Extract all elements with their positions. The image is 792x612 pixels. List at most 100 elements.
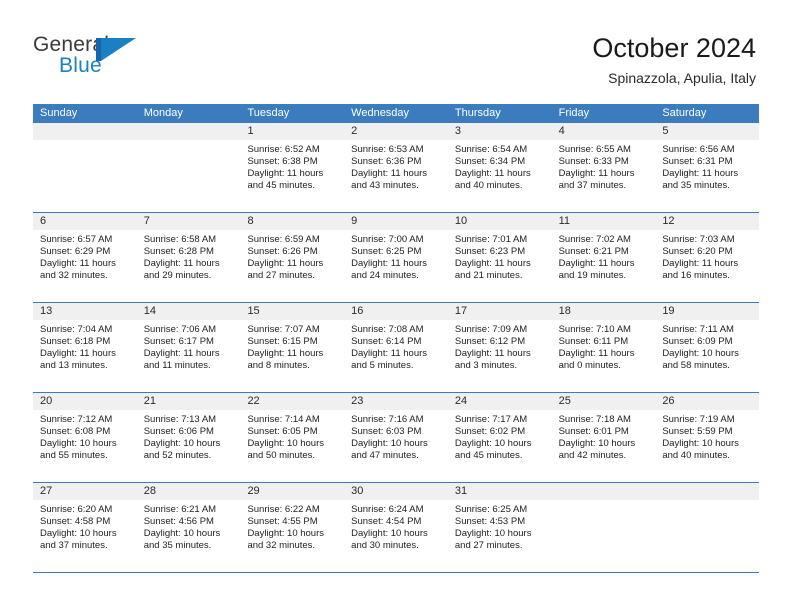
- day-number-band: 2: [344, 123, 448, 140]
- day-cell[interactable]: 21 Sunrise: 7:13 AM Sunset: 6:06 PM Dayl…: [136, 393, 241, 482]
- day-cell[interactable]: 27 Sunrise: 6:20 AM Sunset: 4:58 PM Dayl…: [33, 483, 137, 572]
- sunrise-text: Sunrise: 6:53 AM: [351, 144, 424, 155]
- page-subtitle: Spinazzola, Apulia, Italy: [608, 70, 756, 86]
- daylight-text-line2: and 21 minutes.: [454, 270, 523, 282]
- day-details: Sunrise: 6:54 AM Sunset: 6:34 PM Dayligh…: [448, 140, 552, 192]
- general-blue-logo[interactable]: General Blue: [33, 33, 183, 83]
- day-number-band: 14: [136, 303, 241, 320]
- day-number: 5: [662, 125, 669, 137]
- day-details: Sunrise: 7:11 AM Sunset: 6:09 PM Dayligh…: [655, 320, 759, 372]
- day-cell[interactable]: 31 Sunrise: 6:25 AM Sunset: 4:53 PM Dayl…: [447, 483, 552, 572]
- day-cell[interactable]: 6 Sunrise: 6:57 AM Sunset: 6:29 PM Dayli…: [33, 213, 137, 302]
- day-number-band: [33, 123, 137, 140]
- sunset-text: Sunset: 5:59 PM: [662, 426, 733, 438]
- day-cell[interactable]: 16 Sunrise: 7:08 AM Sunset: 6:14 PM Dayl…: [344, 303, 448, 392]
- day-cell[interactable]: 22 Sunrise: 7:14 AM Sunset: 6:05 PM Dayl…: [240, 393, 345, 482]
- daylight-text-line1: Daylight: 10 hours: [247, 438, 325, 450]
- page-header: General Blue October 2024 Spinazzola, Ap…: [0, 0, 792, 96]
- day-details: Sunrise: 7:04 AM Sunset: 6:18 PM Dayligh…: [33, 320, 137, 372]
- day-cell[interactable]: 11 Sunrise: 7:02 AM Sunset: 6:21 PM Dayl…: [551, 213, 656, 302]
- day-cell[interactable]: [136, 123, 241, 212]
- day-cell[interactable]: 14 Sunrise: 7:06 AM Sunset: 6:17 PM Dayl…: [136, 303, 241, 392]
- weekday-header-thursday: Thursday: [454, 107, 501, 119]
- day-cell[interactable]: 10 Sunrise: 7:01 AM Sunset: 6:23 PM Dayl…: [447, 213, 552, 302]
- day-cell[interactable]: 4 Sunrise: 6:55 AM Sunset: 6:33 PM Dayli…: [551, 123, 656, 212]
- day-cell[interactable]: 8 Sunrise: 6:59 AM Sunset: 6:26 PM Dayli…: [240, 213, 345, 302]
- daylight-text-line2: and 13 minutes.: [40, 360, 108, 372]
- day-cell[interactable]: [551, 483, 656, 572]
- weekday-header-wednesday: Wednesday: [351, 107, 410, 119]
- day-cell[interactable]: 17 Sunrise: 7:09 AM Sunset: 6:12 PM Dayl…: [447, 303, 552, 392]
- day-details: [137, 140, 241, 144]
- day-number-band: 6: [33, 213, 137, 230]
- day-number-band: 25: [551, 393, 656, 410]
- day-cell[interactable]: 3 Sunrise: 6:54 AM Sunset: 6:34 PM Dayli…: [447, 123, 552, 212]
- day-details: Sunrise: 6:21 AM Sunset: 4:56 PM Dayligh…: [137, 500, 241, 552]
- day-cell[interactable]: 29 Sunrise: 6:22 AM Sunset: 4:55 PM Dayl…: [240, 483, 345, 572]
- sunset-text: Sunset: 6:09 PM: [662, 336, 733, 348]
- day-cell[interactable]: 28 Sunrise: 6:21 AM Sunset: 4:56 PM Dayl…: [136, 483, 241, 572]
- sunset-text: Sunset: 6:36 PM: [351, 156, 422, 168]
- sunrise-text: Sunrise: 7:11 AM: [662, 324, 734, 335]
- day-cell[interactable]: 1 Sunrise: 6:52 AM Sunset: 6:38 PM Dayli…: [240, 123, 345, 212]
- sunrise-text: Sunrise: 6:59 AM: [247, 234, 320, 245]
- day-cell[interactable]: 19 Sunrise: 7:11 AM Sunset: 6:09 PM Dayl…: [655, 303, 760, 392]
- daylight-text-line1: Daylight: 11 hours: [143, 258, 220, 270]
- day-details: Sunrise: 6:57 AM Sunset: 6:29 PM Dayligh…: [33, 230, 137, 282]
- daylight-text-line1: Daylight: 10 hours: [143, 438, 221, 450]
- day-cell[interactable]: [655, 483, 760, 572]
- day-cell[interactable]: [33, 123, 137, 212]
- daylight-text-line1: Daylight: 10 hours: [351, 438, 428, 450]
- day-cell[interactable]: 13 Sunrise: 7:04 AM Sunset: 6:18 PM Dayl…: [33, 303, 137, 392]
- daylight-text-line2: and 55 minutes.: [40, 450, 108, 462]
- day-cell[interactable]: 20 Sunrise: 7:12 AM Sunset: 6:08 PM Dayl…: [33, 393, 137, 482]
- day-cell[interactable]: 18 Sunrise: 7:10 AM Sunset: 6:11 PM Dayl…: [551, 303, 656, 392]
- day-number-band: 8: [240, 213, 345, 230]
- sunrise-text: Sunrise: 6:55 AM: [558, 144, 631, 155]
- daylight-text-line2: and 16 minutes.: [662, 270, 730, 282]
- sunset-text: Sunset: 6:23 PM: [454, 246, 526, 258]
- day-number: 10: [454, 215, 468, 227]
- day-cell[interactable]: 30 Sunrise: 6:24 AM Sunset: 4:54 PM Dayl…: [344, 483, 448, 572]
- sunrise-text: Sunrise: 7:19 AM: [662, 414, 735, 425]
- daylight-text-line2: and 47 minutes.: [351, 450, 419, 462]
- day-details: Sunrise: 7:10 AM Sunset: 6:11 PM Dayligh…: [552, 320, 656, 372]
- daylight-text-line1: Daylight: 11 hours: [454, 168, 531, 180]
- sunset-text: Sunset: 6:34 PM: [454, 156, 526, 168]
- daylight-text-line1: Daylight: 10 hours: [40, 438, 117, 450]
- day-details: Sunrise: 7:17 AM Sunset: 6:02 PM Dayligh…: [448, 410, 552, 462]
- day-cell[interactable]: 26 Sunrise: 7:19 AM Sunset: 5:59 PM Dayl…: [655, 393, 760, 482]
- sunrise-text: Sunrise: 6:20 AM: [40, 504, 113, 515]
- day-cell[interactable]: 5 Sunrise: 6:56 AM Sunset: 6:31 PM Dayli…: [655, 123, 760, 212]
- day-cell[interactable]: 25 Sunrise: 7:18 AM Sunset: 6:01 PM Dayl…: [551, 393, 656, 482]
- day-number-band: [655, 483, 760, 500]
- day-cell[interactable]: 24 Sunrise: 7:17 AM Sunset: 6:02 PM Dayl…: [447, 393, 552, 482]
- day-number: 21: [143, 395, 156, 407]
- day-details: Sunrise: 7:07 AM Sunset: 6:15 PM Dayligh…: [240, 320, 344, 372]
- sunset-text: Sunset: 6:11 PM: [558, 336, 629, 348]
- day-details: Sunrise: 7:19 AM Sunset: 5:59 PM Dayligh…: [655, 410, 759, 462]
- sunrise-text: Sunrise: 6:24 AM: [351, 504, 424, 515]
- sunset-text: Sunset: 6:01 PM: [558, 426, 629, 438]
- sunrise-text: Sunrise: 7:16 AM: [351, 414, 424, 425]
- day-cell[interactable]: 23 Sunrise: 7:16 AM Sunset: 6:03 PM Dayl…: [344, 393, 448, 482]
- sunrise-text: Sunrise: 6:56 AM: [662, 144, 735, 155]
- day-cell[interactable]: 7 Sunrise: 6:58 AM Sunset: 6:28 PM Dayli…: [136, 213, 241, 302]
- daylight-text-line2: and 32 minutes.: [247, 540, 316, 552]
- daylight-text-line2: and 24 minutes.: [351, 270, 419, 282]
- daylight-text-line1: Daylight: 10 hours: [40, 528, 117, 540]
- daylight-text-line2: and 11 minutes.: [143, 360, 211, 372]
- day-cell[interactable]: 2 Sunrise: 6:53 AM Sunset: 6:36 PM Dayli…: [344, 123, 448, 212]
- day-number: 30: [351, 485, 364, 497]
- day-number: 7: [143, 215, 150, 227]
- day-number: 14: [143, 305, 156, 317]
- day-cell[interactable]: 15 Sunrise: 7:07 AM Sunset: 6:15 PM Dayl…: [240, 303, 345, 392]
- daylight-text-line1: Daylight: 11 hours: [247, 168, 324, 180]
- daylight-text-line2: and 40 minutes.: [454, 180, 523, 192]
- day-cell[interactable]: 9 Sunrise: 7:00 AM Sunset: 6:25 PM Dayli…: [344, 213, 448, 302]
- day-number: 19: [662, 305, 675, 317]
- logo-triangle-shape: [101, 38, 136, 61]
- day-cell[interactable]: 12 Sunrise: 7:03 AM Sunset: 6:20 PM Dayl…: [655, 213, 760, 302]
- sunrise-text: Sunrise: 7:13 AM: [143, 414, 217, 425]
- day-number-band: 1: [240, 123, 345, 140]
